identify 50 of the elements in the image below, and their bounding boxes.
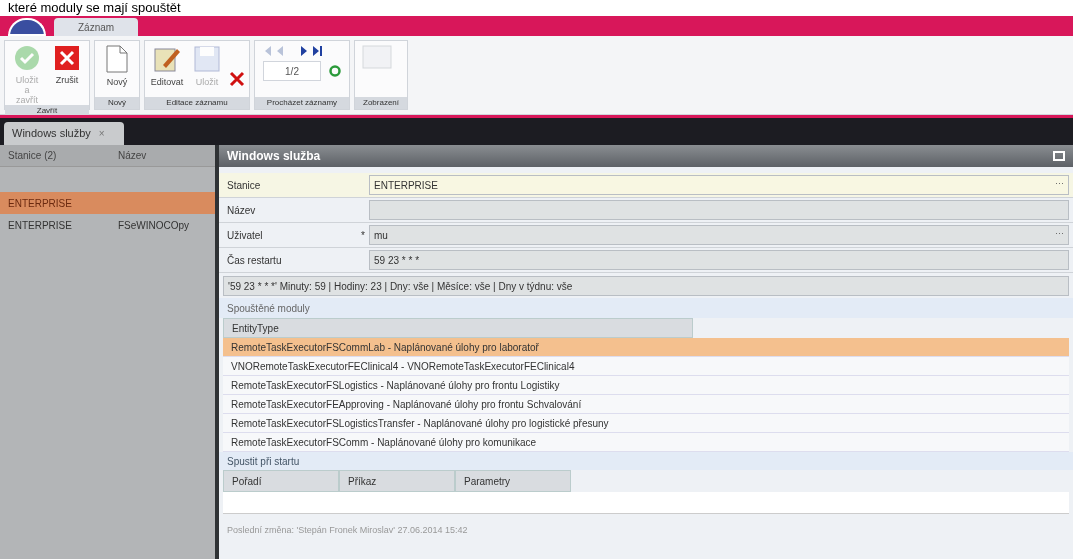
column-header[interactable]: EntityType	[223, 318, 693, 338]
ribbon-tab[interactable]: Záznam	[54, 18, 139, 36]
required-mark: *	[360, 228, 366, 243]
last-change-text: Poslední změna: 'Stepán Fronek Miroslav' 27.06.2014 15:42	[226, 524, 469, 538]
section-header: Spouštěné moduly	[219, 298, 1073, 318]
field-label: Název	[226, 203, 257, 218]
module-row[interactable]: RemoteTaskExecutorFSCommLab - Naplánované úlohy pro laboratoř	[223, 338, 1069, 357]
group-label: Editace záznamu	[145, 97, 249, 109]
module-row[interactable]: RemoteTaskExecutorFSComm - Naplánované úlohy pro komunikace	[223, 433, 1069, 452]
dropdown-button[interactable]: ⋯	[1055, 178, 1064, 192]
ribbon-button[interactable]: Zrušit	[49, 45, 85, 85]
column-header[interactable]: Název	[110, 148, 215, 163]
page-field[interactable]: 1/2	[263, 61, 321, 81]
group-label: Zobrazení	[355, 97, 408, 109]
caption-text: které moduly se mají spouštět	[7, 0, 181, 16]
maximize-icon[interactable]	[1053, 151, 1065, 161]
cross-icon	[54, 45, 80, 71]
list-row[interactable]: ENTERPRISE FSeWINOCOpy	[0, 214, 215, 236]
column-header[interactable]: Pořadí	[223, 470, 339, 492]
group-label: Procházet záznamy	[255, 97, 349, 109]
module-row[interactable]: VNORemoteTaskExecutorFEClinical4 - VNORemoteTaskExecutorFEClinical4	[223, 357, 1069, 376]
column-header[interactable]: Stanice (2)	[0, 148, 110, 163]
check-circle-icon	[14, 45, 40, 71]
input-field[interactable]: mu ⋯	[369, 225, 1069, 245]
column-header[interactable]: Parametry	[455, 470, 571, 492]
input-field[interactable]: 59 23 * * *	[369, 250, 1069, 270]
module-row[interactable]: RemoteTaskExecutorFSLogisticsTransfer - Naplánované úlohy pro logistické přesuny	[223, 414, 1069, 433]
module-row[interactable]: RemoteTaskExecutorFSLogistics - Naplánované úlohy pro frontu Logistiky	[223, 376, 1069, 395]
app-logo-icon[interactable]	[8, 18, 46, 36]
pencil-note-icon	[153, 45, 181, 73]
schedule-summary: '59 23 * * *' Minuty: 59 | Hodiny: 23 | Dny: vše | Měsíce: vše | Dny v týdnu: vše	[223, 276, 1069, 296]
dropdown-button[interactable]: ⋯	[1055, 228, 1064, 242]
page-icon	[106, 45, 128, 73]
cross-icon[interactable]	[229, 71, 245, 87]
field-label: Stanice	[226, 178, 262, 193]
group-label: Nový	[95, 97, 139, 109]
input-field[interactable]: ENTERPRISE ⋯	[369, 175, 1069, 195]
input-field[interactable]	[369, 200, 1069, 220]
document-tab[interactable]: Windows služby ×	[4, 122, 124, 145]
ribbon-button[interactable]: Editovat	[149, 45, 185, 87]
ribbon-button[interactable]: Nový	[99, 45, 135, 87]
tab-label: Windows služby	[12, 126, 91, 142]
section-header: Spustit při startu	[219, 452, 1073, 470]
refresh-icon[interactable]	[329, 65, 341, 77]
list-row[interactable]: ENTERPRISE	[0, 192, 215, 214]
column-header[interactable]: Příkaz	[339, 470, 455, 492]
field-label: Uživatel	[226, 228, 264, 243]
field-label: Čas restartu	[226, 253, 283, 268]
module-row[interactable]: RemoteTaskExecutorFEApproving - Naplánované úlohy pro frontu Schvalování	[223, 395, 1069, 414]
dialog-title: Windows služba	[227, 148, 321, 165]
